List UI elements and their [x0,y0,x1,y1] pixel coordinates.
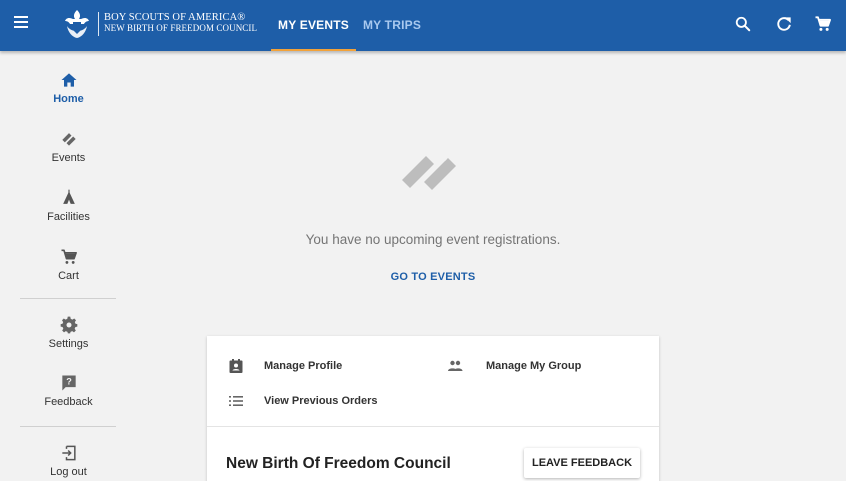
menu-icon[interactable] [14,16,30,30]
logo-divider [98,12,99,36]
tab-my-events[interactable]: MY EVENTS [271,0,356,51]
sidebar-item-label: Facilities [47,211,90,223]
sidebar-item-home[interactable]: Home [0,70,137,105]
cart-icon[interactable] [813,14,833,34]
sidebar-divider [20,298,116,299]
top-app-bar: BOY SCOUTS OF AMERICA® NEW BIRTH OF FREE… [0,0,846,51]
sidebar-item-cart[interactable]: Cart [0,247,137,282]
sidebar-divider [20,426,116,427]
svg-text:?: ? [66,377,72,387]
sidebar-item-label: Settings [48,338,89,350]
manage-profile-link[interactable]: Manage Profile [264,360,342,372]
bsa-emblem-icon[interactable] [63,9,91,39]
home-icon [61,73,76,87]
search-icon[interactable] [733,14,753,34]
feedback-icon: ? [61,375,76,391]
view-previous-orders-link[interactable]: View Previous Orders [264,395,378,407]
side-navigation: Home Events Facilities Cart Settings ? F… [0,51,137,481]
go-to-events-button[interactable]: GO TO EVENTS [370,271,496,283]
sidebar-item-label: Events [51,152,86,164]
list-icon [229,396,243,406]
tickets-icon [61,133,76,146]
profile-badge-icon [229,359,243,373]
group-icon [448,360,463,371]
sidebar-item-settings[interactable]: Settings [0,315,137,350]
tab-my-trips[interactable]: MY TRIPS [360,0,424,51]
council-name-heading: New Birth Of Freedom Council [226,455,451,472]
council-logo-text[interactable]: BOY SCOUTS OF AMERICA® NEW BIRTH OF FREE… [104,12,257,34]
leave-feedback-button[interactable]: LEAVE FEEDBACK [524,448,640,478]
account-card: Manage Profile Manage My Group View Prev… [207,336,659,481]
logout-icon [61,445,76,461]
tickets-icon [402,155,456,190]
sidebar-item-feedback[interactable]: ? Feedback [0,373,137,408]
sidebar-item-logout[interactable]: Log out [0,443,137,478]
sidebar-item-events[interactable]: Events [0,129,137,164]
sidebar-item-label: Feedback [44,396,93,408]
cart-icon [61,249,77,264]
card-divider [207,426,659,427]
gear-icon [60,316,77,334]
sidebar-item-label: Cart [58,270,79,282]
tent-icon [62,189,75,204]
sidebar-item-label: Log out [50,466,87,478]
refresh-icon[interactable] [774,14,794,34]
logo-line-1: BOY SCOUTS OF AMERICA® [104,12,246,23]
logo-line-2: NEW BIRTH OF FREEDOM COUNCIL [104,23,258,33]
empty-state-message: You have no upcoming event registrations… [305,232,561,247]
sidebar-item-label: Home [53,93,84,105]
sidebar-item-facilities[interactable]: Facilities [0,188,137,223]
manage-my-group-link[interactable]: Manage My Group [486,360,581,372]
